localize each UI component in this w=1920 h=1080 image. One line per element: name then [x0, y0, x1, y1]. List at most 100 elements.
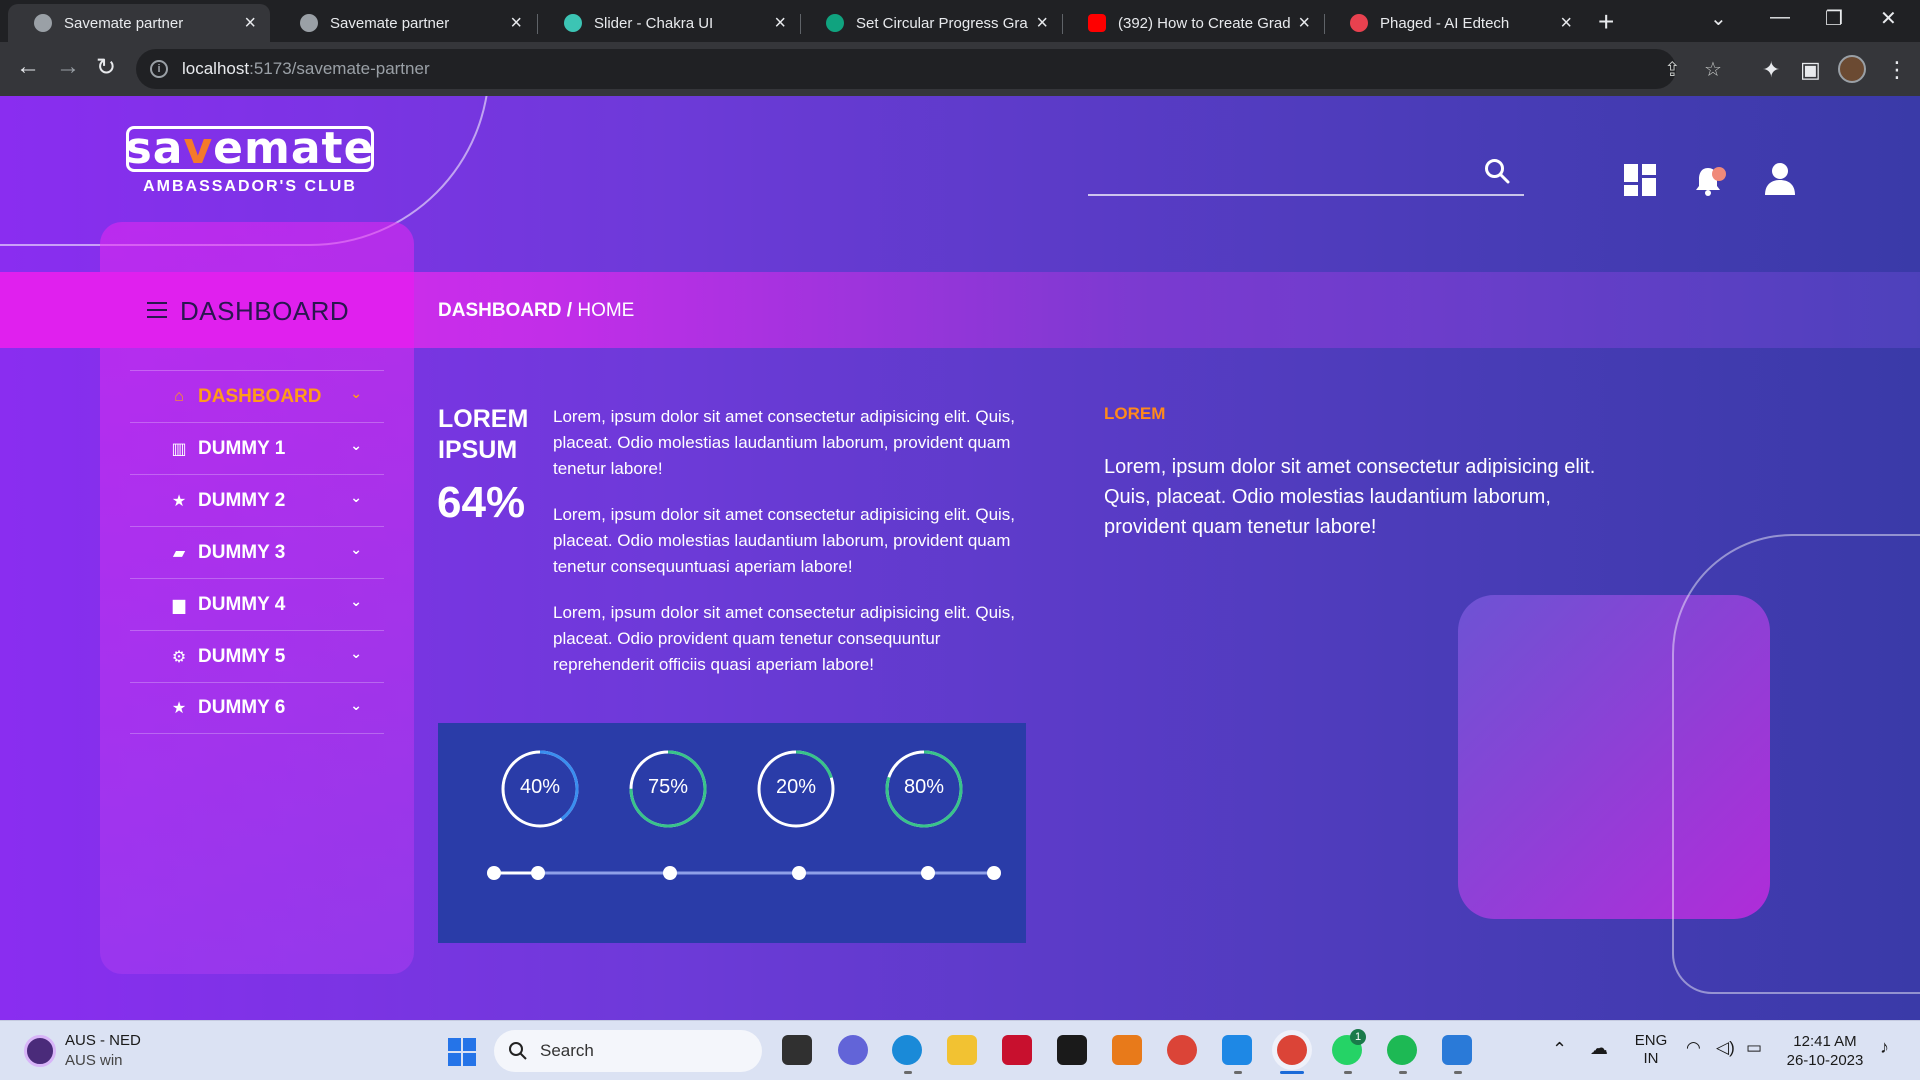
close-tab-icon[interactable]: × [510, 12, 522, 35]
task-view-icon[interactable] [782, 1035, 812, 1065]
sidebar-item-dummy-4[interactable]: ▆ DUMMY 4 ⌄ [130, 578, 384, 630]
chrome-active-icon[interactable] [1277, 1035, 1307, 1065]
breadcrumb-section[interactable]: DASHBOARD [438, 300, 562, 321]
browser-tab-youtube[interactable]: (392) How to Create Gradi × [1062, 4, 1324, 42]
teams-chat-icon[interactable] [838, 1035, 868, 1065]
clock[interactable]: 12:41 AM 26-10-2023 [1782, 1032, 1868, 1070]
search-input[interactable] [1088, 146, 1468, 186]
chatgpt-favicon-icon [826, 14, 844, 32]
forward-button[interactable]: → [56, 53, 80, 81]
share-icon[interactable]: ⇪ [1664, 57, 1681, 82]
sidebar-item-dummy-1[interactable]: ▥ DUMMY 1 ⌄ [130, 422, 384, 474]
range-slider[interactable] [438, 853, 1026, 893]
address-bar[interactable]: i localhost:5173/savemate-partner ⇪ ☆ [136, 49, 1722, 89]
sidebar-item-dashboard[interactable]: ⌂ DASHBOARD ⌄ [130, 370, 384, 422]
site-info-icon[interactable]: i [150, 60, 168, 78]
tab-search-chevron-icon[interactable]: ⌄ [1710, 6, 1727, 31]
battery-icon[interactable]: ▭ [1746, 1038, 1762, 1058]
search-icon[interactable] [1484, 158, 1510, 184]
breadcrumb-current: HOME [577, 300, 635, 321]
back-button[interactable]: ← [16, 53, 40, 81]
terminal-icon[interactable] [1057, 1035, 1087, 1065]
browser-tab-savemate-1[interactable]: Savemate partner × [8, 4, 270, 42]
search-icon [509, 1042, 527, 1060]
paragraph-1: Lorem, ipsum dolor sit amet consectetur … [553, 407, 1016, 478]
minimize-button[interactable]: — [1770, 6, 1790, 29]
savemate-logo[interactable]: sa v emate AMBASSADOR'S CLUB [126, 126, 374, 196]
extensions-puzzle-icon[interactable]: ✦ [1762, 57, 1780, 83]
user-icon[interactable] [1764, 162, 1796, 196]
wifi-icon[interactable]: ◠ [1686, 1038, 1701, 1058]
restore-button[interactable]: ❐ [1825, 6, 1843, 31]
photos-icon[interactable] [1442, 1035, 1472, 1065]
new-tab-button[interactable]: + [1598, 6, 1614, 38]
youtube-icon [1088, 14, 1106, 32]
close-tab-icon[interactable]: × [1560, 12, 1572, 35]
spotify-icon[interactable] [1387, 1035, 1417, 1065]
close-tab-icon[interactable]: × [1298, 12, 1310, 35]
bar-chart-icon: ▥ [171, 440, 187, 458]
star-icon: ★ [171, 700, 187, 717]
globe-icon [300, 14, 318, 32]
taskbar-search[interactable]: Search [494, 1030, 762, 1072]
volume-icon[interactable]: ◁) [1716, 1038, 1735, 1058]
windows-start-icon[interactable] [448, 1038, 476, 1066]
close-tab-icon[interactable]: × [1036, 12, 1048, 35]
decorative-curve [1672, 534, 1920, 994]
mcafee-icon[interactable] [1002, 1035, 1032, 1065]
slider-thumb[interactable] [531, 866, 545, 880]
chevron-down-icon: ⌄ [350, 489, 362, 505]
close-tab-icon[interactable]: × [774, 12, 786, 35]
windows-taskbar: AUS - NED AUS win Search 1 ⌃ ☁ ENG IN ◠ ◁… [0, 1020, 1920, 1080]
tab-title: Savemate partner [330, 14, 450, 32]
edge-icon[interactable] [892, 1035, 922, 1065]
chevron-down-icon: ⌄ [350, 437, 362, 453]
sidebar-item-dummy-5[interactable]: ⚙ DUMMY 5 ⌄ [130, 630, 384, 682]
dashboard-grid-icon[interactable] [1624, 164, 1656, 196]
progress-panel: 40% 75% 20% 80% [438, 723, 1026, 943]
sidebar-item-dummy-6[interactable]: ★ DUMMY 6 ⌄ [130, 682, 384, 734]
sidebar-item-dummy-3[interactable]: ▰ DUMMY 3 ⌄ [130, 526, 384, 578]
sidebar-item-label: DUMMY 3 [198, 541, 286, 563]
taskbar-search-label: Search [540, 1041, 594, 1060]
slider-thumb[interactable] [487, 866, 501, 880]
sidebar-item-label: DUMMY 1 [198, 437, 286, 459]
savemate-dashboard-page: sa v emate AMBASSADOR'S CLUB DASHBOARD DAS… [0, 96, 1920, 1020]
sidebar-menu: ⌂ DASHBOARD ⌄ ▥ DUMMY 1 ⌄ ★ DUMMY 2 ⌄ ▰ … [130, 370, 384, 734]
vscode-icon[interactable] [1222, 1035, 1252, 1065]
breadcrumb-separator: / [561, 300, 578, 321]
profile-avatar[interactable] [1838, 55, 1866, 83]
phaged-favicon-icon [1350, 14, 1368, 32]
notification-dot [1712, 167, 1726, 181]
chevron-up-icon[interactable]: ⌃ [1552, 1039, 1567, 1060]
chrome-icon[interactable] [1167, 1035, 1197, 1065]
bookmark-star-icon[interactable]: ☆ [1704, 57, 1722, 82]
sublime-text-icon[interactable] [1112, 1035, 1142, 1065]
tab-title: Slider - Chakra UI [594, 14, 714, 32]
stat-title: LOREM IPSUM [438, 405, 529, 464]
browser-tab-chatgpt[interactable]: Set Circular Progress Gradi × [800, 4, 1062, 42]
close-window-button[interactable]: ✕ [1880, 6, 1897, 31]
widget-line-2: AUS win [65, 1052, 123, 1069]
notification-bell-icon[interactable]: ♪ [1880, 1037, 1889, 1058]
whatsapp-badge: 1 [1350, 1029, 1366, 1045]
file-explorer-icon[interactable] [947, 1035, 977, 1065]
close-tab-icon[interactable]: × [244, 12, 256, 35]
tab-title: (392) How to Create Gradi [1118, 14, 1291, 32]
right-paragraph: Lorem, ipsum dolor sit amet consectetur … [1104, 456, 1596, 538]
globe-icon [34, 14, 52, 32]
browser-menu-icon[interactable]: ⋮ [1886, 57, 1908, 83]
browser-tab-savemate-2[interactable]: Savemate partner × [274, 4, 536, 42]
browser-tab-chakra[interactable]: Slider - Chakra UI × [538, 4, 800, 42]
chevron-down-icon: ⌄ [350, 385, 362, 401]
progress-ring-label: 80% [903, 776, 945, 798]
browser-tab-phaged[interactable]: Phaged - AI Edtech × [1324, 4, 1586, 42]
hamburger-menu-icon[interactable] [147, 302, 167, 323]
language-indicator[interactable]: ENG IN [1634, 1032, 1668, 1068]
side-panel-icon[interactable]: ▣ [1800, 57, 1821, 83]
sidebar-item-dummy-2[interactable]: ★ DUMMY 2 ⌄ [130, 474, 384, 526]
reload-button[interactable]: ↻ [96, 53, 116, 82]
chevron-down-icon: ⌄ [350, 645, 362, 661]
cricket-widget-icon[interactable] [24, 1035, 56, 1067]
onedrive-cloud-icon[interactable]: ☁ [1590, 1038, 1608, 1059]
